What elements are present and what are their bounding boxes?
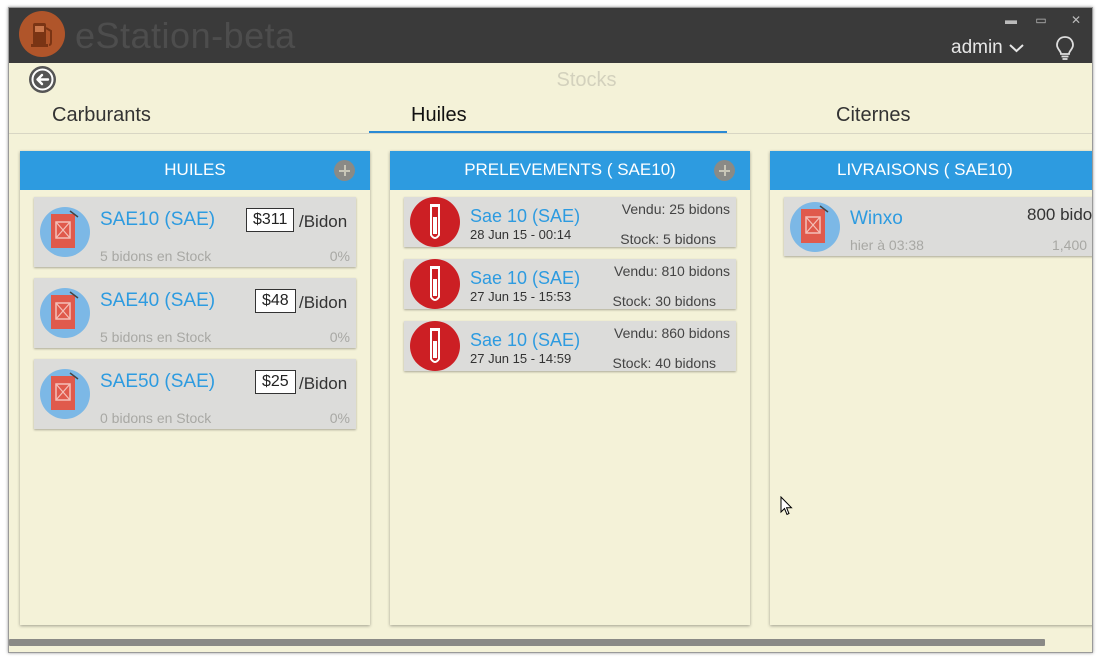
huile-percent: 0%: [329, 248, 350, 264]
prelevement-date: 28 Jun 15 - 00:14: [470, 227, 572, 242]
prelevements-panel-header: PRELEVEMENTS ( SAE10): [390, 151, 750, 190]
tab-huiles[interactable]: Huiles: [411, 104, 467, 127]
jerrycan-icon: [40, 207, 90, 257]
huile-stock: 5 bidons en Stock: [100, 248, 212, 264]
prelevement-sold: Vendu: 25 bidons: [621, 201, 730, 217]
prelevement-card[interactable]: Sae 10 (SAE) 28 Jun 15 - 00:14 Vendu: 25…: [404, 197, 736, 247]
title-bar: eStation-beta ▬ ▭ ✕ admin: [9, 8, 1092, 63]
page-title: Stocks: [556, 69, 617, 91]
add-huile-button[interactable]: [334, 160, 355, 181]
huile-card[interactable]: SAE40 (SAE) $48 /Bidon 5 bidons en Stock…: [34, 278, 356, 348]
test-tube-icon: [410, 259, 460, 309]
active-tab-indicator: [369, 131, 727, 133]
prelevement-date: 27 Jun 15 - 15:53: [470, 289, 572, 304]
huile-price: $48: [255, 289, 296, 313]
huile-card[interactable]: SAE10 (SAE) $311 /Bidon 5 bidons en Stoc…: [34, 197, 356, 267]
prelevement-sold: Vendu: 860 bidons: [614, 325, 730, 341]
mouse-cursor-icon: [780, 496, 793, 516]
huile-name: SAE40 (SAE): [100, 290, 216, 311]
huile-unit: /Bidon: [299, 212, 348, 231]
prelevement-card[interactable]: Sae 10 (SAE) 27 Jun 15 - 15:53 Vendu: 81…: [404, 259, 736, 309]
livraisons-panel-header: LIVRAISONS ( SAE10): [770, 151, 1092, 190]
huile-price: $311: [246, 208, 295, 232]
livraison-amount: 1,400: [1052, 237, 1088, 253]
prelevements-panel-title: PRELEVEMENTS ( SAE10): [464, 160, 676, 179]
prelevement-name: Sae 10 (SAE): [470, 206, 581, 226]
jerrycan-icon: [40, 288, 90, 338]
huiles-panel-header: HUILES: [20, 151, 370, 190]
prelevement-name: Sae 10 (SAE): [470, 330, 581, 350]
prelevement-stock: Stock: 40 bidons: [612, 355, 716, 371]
huile-unit: /Bidon: [299, 293, 348, 312]
fuel-pump-icon: [19, 11, 65, 57]
huile-unit: /Bidon: [299, 374, 348, 393]
huiles-panel: HUILES SAE10 (SAE) $311 /Bidon 5 bidons …: [20, 151, 370, 625]
test-tube-icon: [410, 197, 460, 247]
livraisons-panel-title: LIVRAISONS ( SAE10): [837, 160, 1013, 179]
prelevement-card[interactable]: Sae 10 (SAE) 27 Jun 15 - 14:59 Vendu: 86…: [404, 321, 736, 371]
huile-price: $25: [255, 370, 296, 394]
maximize-button[interactable]: ▭: [1033, 13, 1049, 27]
user-name: admin: [951, 37, 1003, 58]
add-prelevement-button[interactable]: [714, 160, 735, 181]
chevron-down-icon: [1009, 44, 1024, 53]
livraison-supplier: Winxo: [850, 208, 903, 229]
huiles-panel-title: HUILES: [164, 160, 226, 179]
huile-stock: 0 bidons en Stock: [100, 410, 212, 426]
huile-name: SAE10 (SAE): [100, 209, 216, 230]
tab-citernes[interactable]: Citernes: [836, 104, 910, 127]
lightbulb-icon[interactable]: [1054, 35, 1076, 61]
prelevement-sold: Vendu: 810 bidons: [614, 263, 730, 279]
jerrycan-icon: [790, 202, 840, 252]
tab-bar: Carburants Huiles Citernes: [9, 100, 1092, 134]
livraison-time: hier à 03:38: [850, 237, 924, 253]
livraison-card[interactable]: Winxo 800 bidons hier à 03:38 1,400: [784, 197, 1093, 256]
prelevement-name: Sae 10 (SAE): [470, 268, 581, 288]
huile-percent: 0%: [329, 410, 350, 426]
close-button[interactable]: ✕: [1068, 13, 1084, 27]
prelevement-stock: Stock: 30 bidons: [612, 293, 716, 309]
minimize-button[interactable]: ▬: [1003, 13, 1019, 27]
huile-name: SAE50 (SAE): [100, 371, 216, 392]
prelevement-date: 27 Jun 15 - 14:59: [470, 351, 572, 366]
jerrycan-icon: [40, 369, 90, 419]
test-tube-icon: [410, 321, 460, 371]
tab-carburants[interactable]: Carburants: [52, 104, 151, 127]
app-title: eStation-beta: [75, 15, 296, 56]
huile-percent: 0%: [329, 329, 350, 345]
horizontal-scrollbar[interactable]: [9, 639, 1045, 646]
app-window: eStation-beta ▬ ▭ ✕ admin Stocks Carbura…: [8, 7, 1093, 653]
livraisons-panel: LIVRAISONS ( SAE10) Winxo 800 bidons hie…: [770, 151, 1093, 625]
livraison-quantity: 800 bidons: [1027, 205, 1093, 224]
huile-stock: 5 bidons en Stock: [100, 329, 212, 345]
user-menu[interactable]: admin: [951, 37, 1024, 59]
huile-card[interactable]: SAE50 (SAE) $25 /Bidon 0 bidons en Stock…: [34, 359, 356, 429]
prelevements-panel: PRELEVEMENTS ( SAE10) Sae 10 (SAE) 28 Ju…: [390, 151, 750, 625]
prelevement-stock: Stock: 5 bidons: [620, 231, 716, 247]
